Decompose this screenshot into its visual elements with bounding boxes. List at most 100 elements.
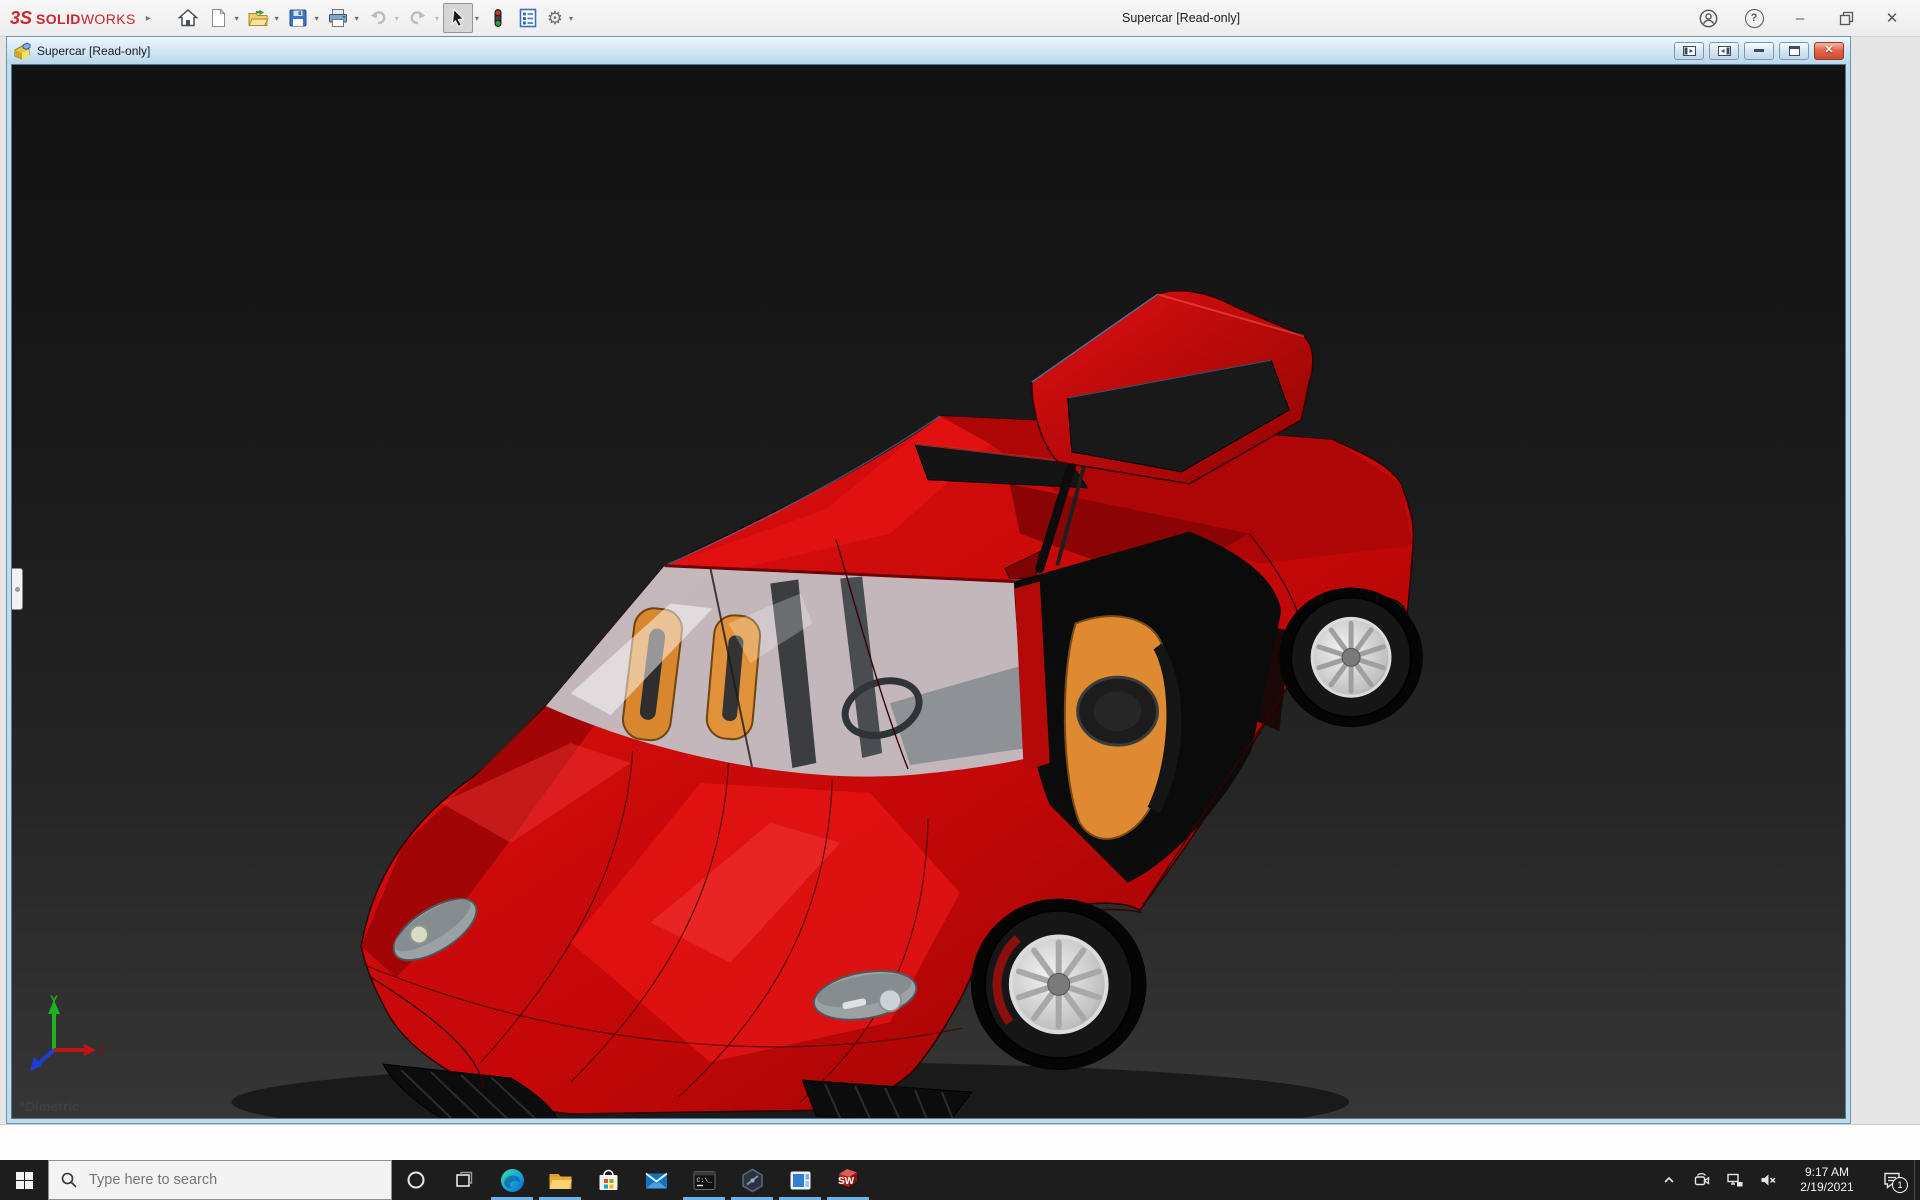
- edge-icon: [500, 1168, 524, 1192]
- taskbar-clock[interactable]: 9:17 AM 2/19/2021: [1784, 1160, 1870, 1200]
- save-button[interactable]: [283, 3, 313, 33]
- settings-button[interactable]: ⚙: [543, 5, 567, 31]
- close-icon: ✕: [1824, 44, 1834, 56]
- taskbar-app-edge[interactable]: [488, 1160, 536, 1200]
- evaluate-list-icon: [519, 8, 537, 28]
- home-icon: [177, 8, 199, 27]
- taskbar-app-mail[interactable]: [632, 1160, 680, 1200]
- meet-now-icon: [1694, 1172, 1709, 1186]
- system-tray: 9:17 AM 2/19/2021 1: [1652, 1160, 1920, 1200]
- doc-close-button[interactable]: ✕: [1814, 41, 1844, 60]
- open-button[interactable]: [243, 3, 273, 33]
- orientation-triad: Y X: [30, 993, 104, 1071]
- settings-dropdown[interactable]: ▾: [569, 14, 573, 23]
- new-document-icon: [211, 8, 226, 27]
- traffic-light-icon: [494, 9, 502, 27]
- triad-y-label: Y: [50, 993, 58, 1007]
- taskbar-search[interactable]: [48, 1160, 392, 1200]
- search-icon: [61, 1172, 77, 1188]
- task-view-icon: [456, 1171, 473, 1187]
- task-view-button[interactable]: [440, 1160, 488, 1200]
- taskbar-app-solidworks[interactable]: SW 2021: [824, 1160, 872, 1200]
- taskbar-app-store[interactable]: [584, 1160, 632, 1200]
- brand-solid: SOLID: [36, 10, 81, 27]
- doc-minimize-button[interactable]: [1744, 41, 1774, 60]
- taskbar-app-photos[interactable]: [776, 1160, 824, 1200]
- brand-works: WORKS: [80, 10, 136, 27]
- show-desktop-button[interactable]: [1914, 1160, 1920, 1200]
- evaluate-button[interactable]: [513, 3, 543, 33]
- network-icon: [1726, 1173, 1742, 1187]
- mail-icon: [644, 1172, 668, 1188]
- display-states-button[interactable]: [483, 3, 513, 33]
- undo-icon: [370, 11, 386, 25]
- save-icon: [289, 9, 307, 27]
- redo-dropdown[interactable]: ▾: [435, 14, 439, 23]
- action-center-button[interactable]: 1: [1870, 1160, 1914, 1200]
- restore-button[interactable]: [1834, 6, 1858, 30]
- print-dropdown[interactable]: ▾: [355, 14, 359, 23]
- close-button[interactable]: ✕: [1880, 6, 1904, 30]
- 3d-model-supercar[interactable]: [12, 65, 1845, 1118]
- home-button[interactable]: [173, 3, 203, 33]
- document-titlebar[interactable]: Supercar [Read-only] ✕: [7, 37, 1850, 64]
- start-button[interactable]: [0, 1160, 48, 1200]
- solidworks-logo: 3S SOLID WORKS: [10, 8, 136, 29]
- tile-left-button[interactable]: [1674, 41, 1704, 60]
- new-document-button[interactable]: [203, 3, 233, 33]
- rear-wheel: [1279, 587, 1423, 728]
- tray-meet-now-button[interactable]: [1685, 1160, 1718, 1200]
- view-orientation-label: *Dimetric: [20, 1099, 80, 1114]
- taskbar-app-file-explorer[interactable]: [536, 1160, 584, 1200]
- redo-icon: [410, 11, 426, 25]
- graphics-viewport[interactable]: Y X *Dimetric: [11, 64, 1846, 1119]
- panel-expand-icon: [14, 586, 20, 592]
- redo-button[interactable]: [403, 3, 433, 33]
- sw-year: 2021: [845, 1185, 862, 1194]
- front-wheel: [970, 898, 1147, 1071]
- chevron-up-icon: [1663, 1176, 1674, 1183]
- tray-chevron-button[interactable]: [1652, 1160, 1685, 1200]
- restore-icon: [1839, 11, 1853, 25]
- cmd-label: C:\_: [696, 1177, 712, 1184]
- maximize-icon: [1788, 45, 1800, 56]
- print-icon: [328, 9, 347, 27]
- windows-logo-icon: [15, 1171, 33, 1189]
- tray-network-button[interactable]: [1718, 1160, 1751, 1200]
- ds-logo-icon: 3S: [10, 7, 33, 28]
- minimize-button[interactable]: –: [1788, 6, 1812, 30]
- toolbar-flyout-arrow[interactable]: ▸: [146, 13, 151, 24]
- minimize-icon: [1754, 49, 1764, 52]
- main-titlebar: 3S SOLID WORKS ▸ ▾ ▾ ▾ ▾ ▾ ▾ ▾ ⚙ ▾ Super…: [0, 0, 1920, 37]
- print-button[interactable]: [323, 3, 353, 33]
- new-document-dropdown[interactable]: ▾: [235, 14, 239, 23]
- command-prompt-icon: C:\_: [693, 1170, 715, 1190]
- solidworks-application: 3S SOLID WORKS ▸ ▾ ▾ ▾ ▾ ▾ ▾ ▾ ⚙ ▾ Super…: [0, 0, 1920, 1200]
- undo-button[interactable]: [363, 3, 393, 33]
- search-input[interactable]: [87, 1171, 361, 1189]
- select-dropdown[interactable]: ▾: [475, 14, 479, 23]
- clock-time: 9:17 AM: [1804, 1165, 1850, 1179]
- window-title: Supercar [Read-only]: [1122, 11, 1241, 25]
- cortana-button[interactable]: [392, 1160, 440, 1200]
- tray-volume-button[interactable]: [1751, 1160, 1784, 1200]
- account-button[interactable]: [1696, 6, 1720, 30]
- document-title: Supercar [Read-only]: [37, 43, 151, 58]
- taskbar-app-command-prompt[interactable]: C:\_: [680, 1160, 728, 1200]
- window-controls: ? – ✕: [1696, 6, 1904, 30]
- tile-right-button[interactable]: [1709, 41, 1739, 60]
- open-dropdown[interactable]: ▾: [275, 14, 279, 23]
- undo-dropdown[interactable]: ▾: [395, 14, 399, 23]
- windows-taskbar: C:\_ SW 2021: [0, 1160, 1920, 1200]
- solidworks-2021-icon: SW 2021: [838, 1169, 862, 1194]
- help-button[interactable]: ?: [1742, 6, 1766, 30]
- featuremanager-collapsed-tab[interactable]: [12, 568, 23, 610]
- open-folder-icon: [247, 9, 269, 26]
- taskbar-app-hexagon[interactable]: [728, 1160, 776, 1200]
- notification-badge: 1: [1892, 1177, 1908, 1193]
- cortana-icon: [407, 1171, 425, 1189]
- save-dropdown[interactable]: ▾: [315, 14, 319, 23]
- select-tool-button[interactable]: [442, 3, 473, 33]
- clock-date: 2/19/2021: [1800, 1180, 1854, 1194]
- doc-maximize-button[interactable]: [1779, 41, 1809, 60]
